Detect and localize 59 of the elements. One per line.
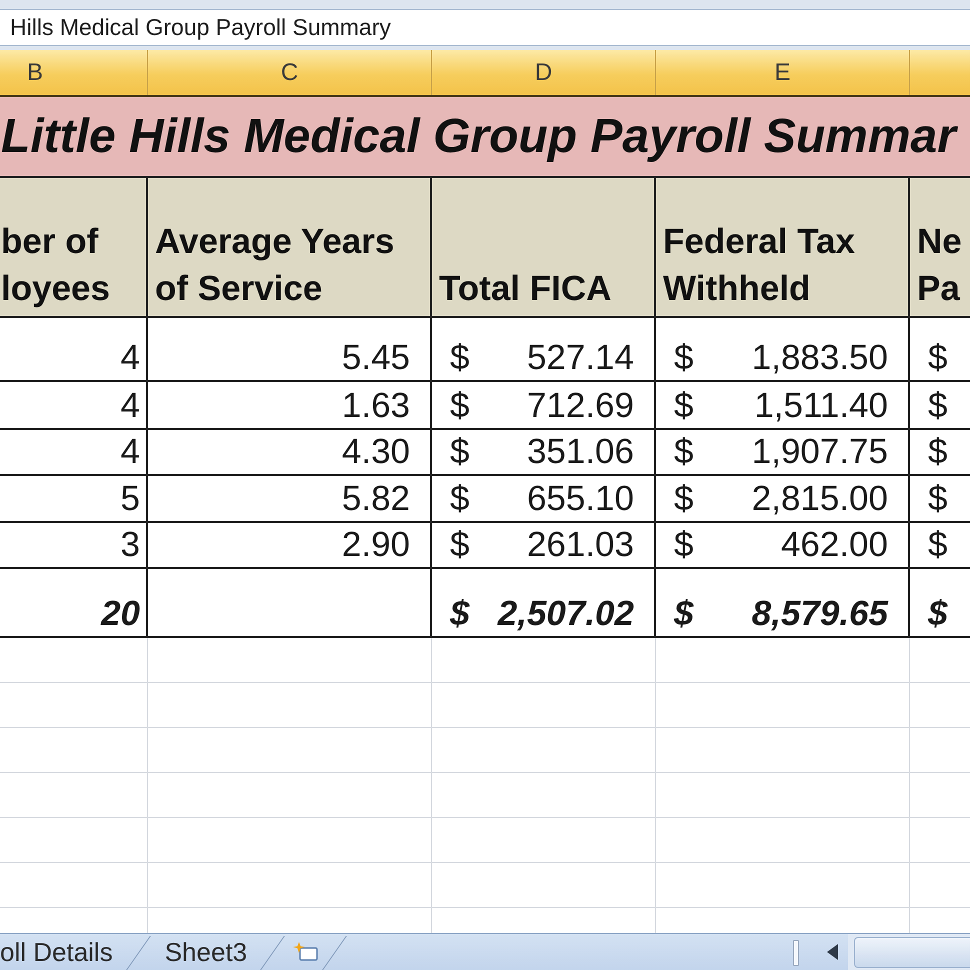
formula-field[interactable]: Hills Medical Group Payroll Summary	[0, 9, 970, 46]
currency-symbol: $	[928, 432, 948, 472]
column-heading: Total FICA	[432, 178, 656, 318]
empty-cell-grid[interactable]	[0, 638, 970, 933]
column-heading: Ne Pa	[910, 178, 970, 318]
cell-value: 4	[120, 386, 140, 426]
column-header[interactable]: D	[432, 50, 656, 95]
currency-symbol: $	[450, 432, 470, 472]
cell-value: 1,883.50	[752, 338, 888, 378]
cell-value: 2.90	[342, 525, 410, 565]
column-header[interactable]: C	[148, 50, 432, 95]
tab-split-handle[interactable]	[793, 940, 799, 966]
cell-value: 1,511.40	[754, 386, 888, 426]
column-heading: Average Years of Service	[148, 178, 432, 318]
currency-symbol: $	[674, 338, 694, 378]
column-heading: Federal Tax Withheld	[656, 178, 910, 318]
cell-value: 655.10	[526, 479, 634, 519]
left-triangle-icon	[827, 944, 838, 960]
column-header[interactable]: B	[0, 50, 148, 95]
cell-value: 4.30	[342, 432, 410, 472]
sheet-title: Little Hills Medical Group Payroll Summar	[0, 97, 970, 178]
currency-symbol: $	[928, 525, 948, 565]
scrollbar-thumb[interactable]	[854, 937, 970, 968]
currency-symbol: $	[674, 594, 694, 634]
sheet-tab[interactable]: oll Details	[0, 934, 153, 970]
sheet-tab[interactable]: Sheet3	[152, 934, 288, 970]
currency-symbol: $	[674, 525, 694, 565]
currency-symbol: $	[450, 594, 470, 634]
cell-value: 712.69	[526, 386, 634, 426]
currency-symbol: $	[450, 479, 470, 519]
cell-value: 5	[120, 479, 140, 519]
currency-symbol: $	[928, 338, 948, 378]
currency-symbol: $	[928, 594, 948, 634]
column-header[interactable]: E	[656, 50, 910, 95]
cell-value: 4	[120, 338, 140, 378]
cell-value: 20	[101, 594, 140, 634]
cell-value: 2,815.00	[752, 479, 888, 519]
cell-value: 3	[120, 525, 140, 565]
currency-symbol: $	[450, 338, 470, 378]
column-heading: ber of loyees	[0, 178, 148, 318]
cell-value: 1.63	[342, 386, 410, 426]
cell-value: 261.03	[526, 525, 634, 565]
currency-symbol: $	[450, 386, 470, 426]
currency-symbol: $	[674, 386, 694, 426]
cell-value: 527.14	[526, 338, 634, 378]
cell-value: 462.00	[780, 525, 888, 565]
cell-value: 8,579.65	[752, 594, 888, 634]
cell-value: 4	[120, 432, 140, 472]
cell-value: 351.06	[526, 432, 634, 472]
currency-symbol: $	[928, 479, 948, 519]
cell-value: 1,907.75	[752, 432, 888, 472]
currency-symbol: $	[674, 479, 694, 519]
cell-value: 5.45	[342, 338, 410, 378]
sheet-sparkle-icon	[293, 942, 320, 962]
cell-value: 2,507.02	[498, 594, 634, 634]
cell-value: 5.82	[342, 479, 410, 519]
currency-symbol: $	[450, 525, 470, 565]
currency-symbol: $	[674, 432, 694, 472]
currency-symbol: $	[928, 386, 948, 426]
